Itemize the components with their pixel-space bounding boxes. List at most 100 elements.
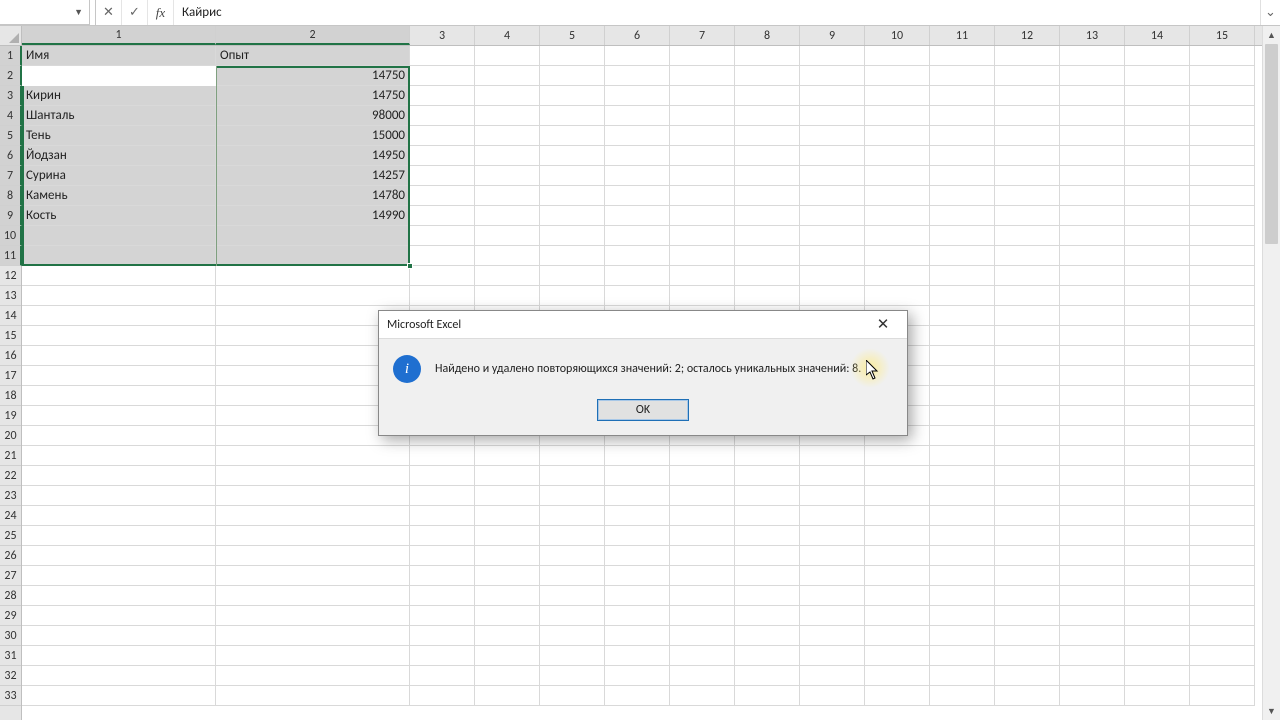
cell[interactable] xyxy=(930,526,995,546)
cell[interactable] xyxy=(865,506,930,526)
cell[interactable] xyxy=(475,166,540,186)
cell[interactable] xyxy=(216,526,410,546)
cell[interactable] xyxy=(605,566,670,586)
cell[interactable] xyxy=(475,266,540,286)
cell[interactable] xyxy=(1060,386,1125,406)
cell[interactable] xyxy=(865,106,930,126)
row-header[interactable]: 19 xyxy=(0,406,21,426)
cell[interactable] xyxy=(1190,146,1255,166)
row-header[interactable]: 24 xyxy=(0,506,21,526)
cell[interactable] xyxy=(540,466,605,486)
cell[interactable] xyxy=(605,266,670,286)
cell[interactable] xyxy=(1125,286,1190,306)
cell[interactable] xyxy=(1060,566,1125,586)
cell[interactable] xyxy=(1060,666,1125,686)
cell[interactable] xyxy=(670,46,735,66)
cell[interactable] xyxy=(475,606,540,626)
cell[interactable] xyxy=(22,386,216,406)
cell[interactable] xyxy=(1060,346,1125,366)
cell[interactable] xyxy=(216,286,410,306)
cell[interactable] xyxy=(216,586,410,606)
cell[interactable] xyxy=(800,286,865,306)
cell[interactable] xyxy=(410,586,475,606)
cell[interactable] xyxy=(735,626,800,646)
cell[interactable] xyxy=(670,186,735,206)
row-header[interactable]: 11 xyxy=(0,246,22,266)
cell[interactable] xyxy=(410,486,475,506)
row-header[interactable]: 15 xyxy=(0,326,21,346)
cell[interactable] xyxy=(540,146,605,166)
cell[interactable] xyxy=(1060,306,1125,326)
cell[interactable] xyxy=(410,246,475,266)
row-header[interactable]: 10 xyxy=(0,226,22,246)
cell[interactable] xyxy=(216,546,410,566)
cell[interactable] xyxy=(735,586,800,606)
cell[interactable] xyxy=(540,566,605,586)
row-header[interactable]: 25 xyxy=(0,526,21,546)
cell[interactable] xyxy=(865,586,930,606)
cell[interactable] xyxy=(540,166,605,186)
cell[interactable] xyxy=(670,686,735,706)
cell[interactable] xyxy=(22,366,216,386)
cell[interactable] xyxy=(865,446,930,466)
cell[interactable] xyxy=(22,606,216,626)
cell[interactable] xyxy=(22,266,216,286)
cell[interactable] xyxy=(865,486,930,506)
cell[interactable] xyxy=(1125,646,1190,666)
column-header[interactable]: 4 xyxy=(475,26,540,45)
cell[interactable] xyxy=(930,226,995,246)
cell[interactable] xyxy=(670,466,735,486)
cell[interactable] xyxy=(735,526,800,546)
cell[interactable] xyxy=(475,666,540,686)
cell[interactable] xyxy=(475,126,540,146)
row-header[interactable]: 8 xyxy=(0,186,22,206)
row-header[interactable]: 2 xyxy=(0,66,22,86)
cell[interactable] xyxy=(1190,526,1255,546)
cell[interactable] xyxy=(995,106,1060,126)
cell[interactable] xyxy=(735,566,800,586)
cell[interactable] xyxy=(735,46,800,66)
cell[interactable] xyxy=(22,586,216,606)
cell[interactable] xyxy=(995,286,1060,306)
cell[interactable]: Тень xyxy=(22,126,216,146)
cell[interactable] xyxy=(930,86,995,106)
cell[interactable] xyxy=(475,546,540,566)
cell[interactable] xyxy=(800,566,865,586)
cell[interactable] xyxy=(930,246,995,266)
cell[interactable] xyxy=(605,246,670,266)
cell[interactable] xyxy=(930,186,995,206)
row-header[interactable]: 4 xyxy=(0,106,22,126)
row-header[interactable]: 6 xyxy=(0,146,22,166)
cell[interactable] xyxy=(735,446,800,466)
cell[interactable] xyxy=(1060,466,1125,486)
cell[interactable] xyxy=(1060,486,1125,506)
cell[interactable] xyxy=(605,86,670,106)
row-header[interactable]: 18 xyxy=(0,386,21,406)
cell[interactable] xyxy=(1190,166,1255,186)
cell[interactable] xyxy=(865,266,930,286)
cell[interactable] xyxy=(1190,426,1255,446)
row-header[interactable]: 5 xyxy=(0,126,22,146)
cell[interactable] xyxy=(605,286,670,306)
column-header[interactable]: 12 xyxy=(995,26,1060,45)
column-header[interactable]: 9 xyxy=(800,26,865,45)
cell[interactable] xyxy=(22,246,216,266)
cell[interactable] xyxy=(1125,466,1190,486)
cell[interactable] xyxy=(1190,666,1255,686)
cell[interactable] xyxy=(930,366,995,386)
cell[interactable] xyxy=(800,666,865,686)
cell[interactable] xyxy=(865,526,930,546)
cell[interactable] xyxy=(475,526,540,546)
row-header[interactable]: 3 xyxy=(0,86,22,106)
cell[interactable] xyxy=(670,666,735,686)
cell[interactable] xyxy=(1125,446,1190,466)
cell[interactable] xyxy=(540,586,605,606)
cell[interactable] xyxy=(216,486,410,506)
cell[interactable] xyxy=(735,486,800,506)
cell[interactable] xyxy=(1125,306,1190,326)
cell[interactable] xyxy=(22,566,216,586)
cell[interactable] xyxy=(735,506,800,526)
cell[interactable] xyxy=(995,166,1060,186)
cell[interactable] xyxy=(865,226,930,246)
select-all-corner[interactable] xyxy=(0,26,22,46)
